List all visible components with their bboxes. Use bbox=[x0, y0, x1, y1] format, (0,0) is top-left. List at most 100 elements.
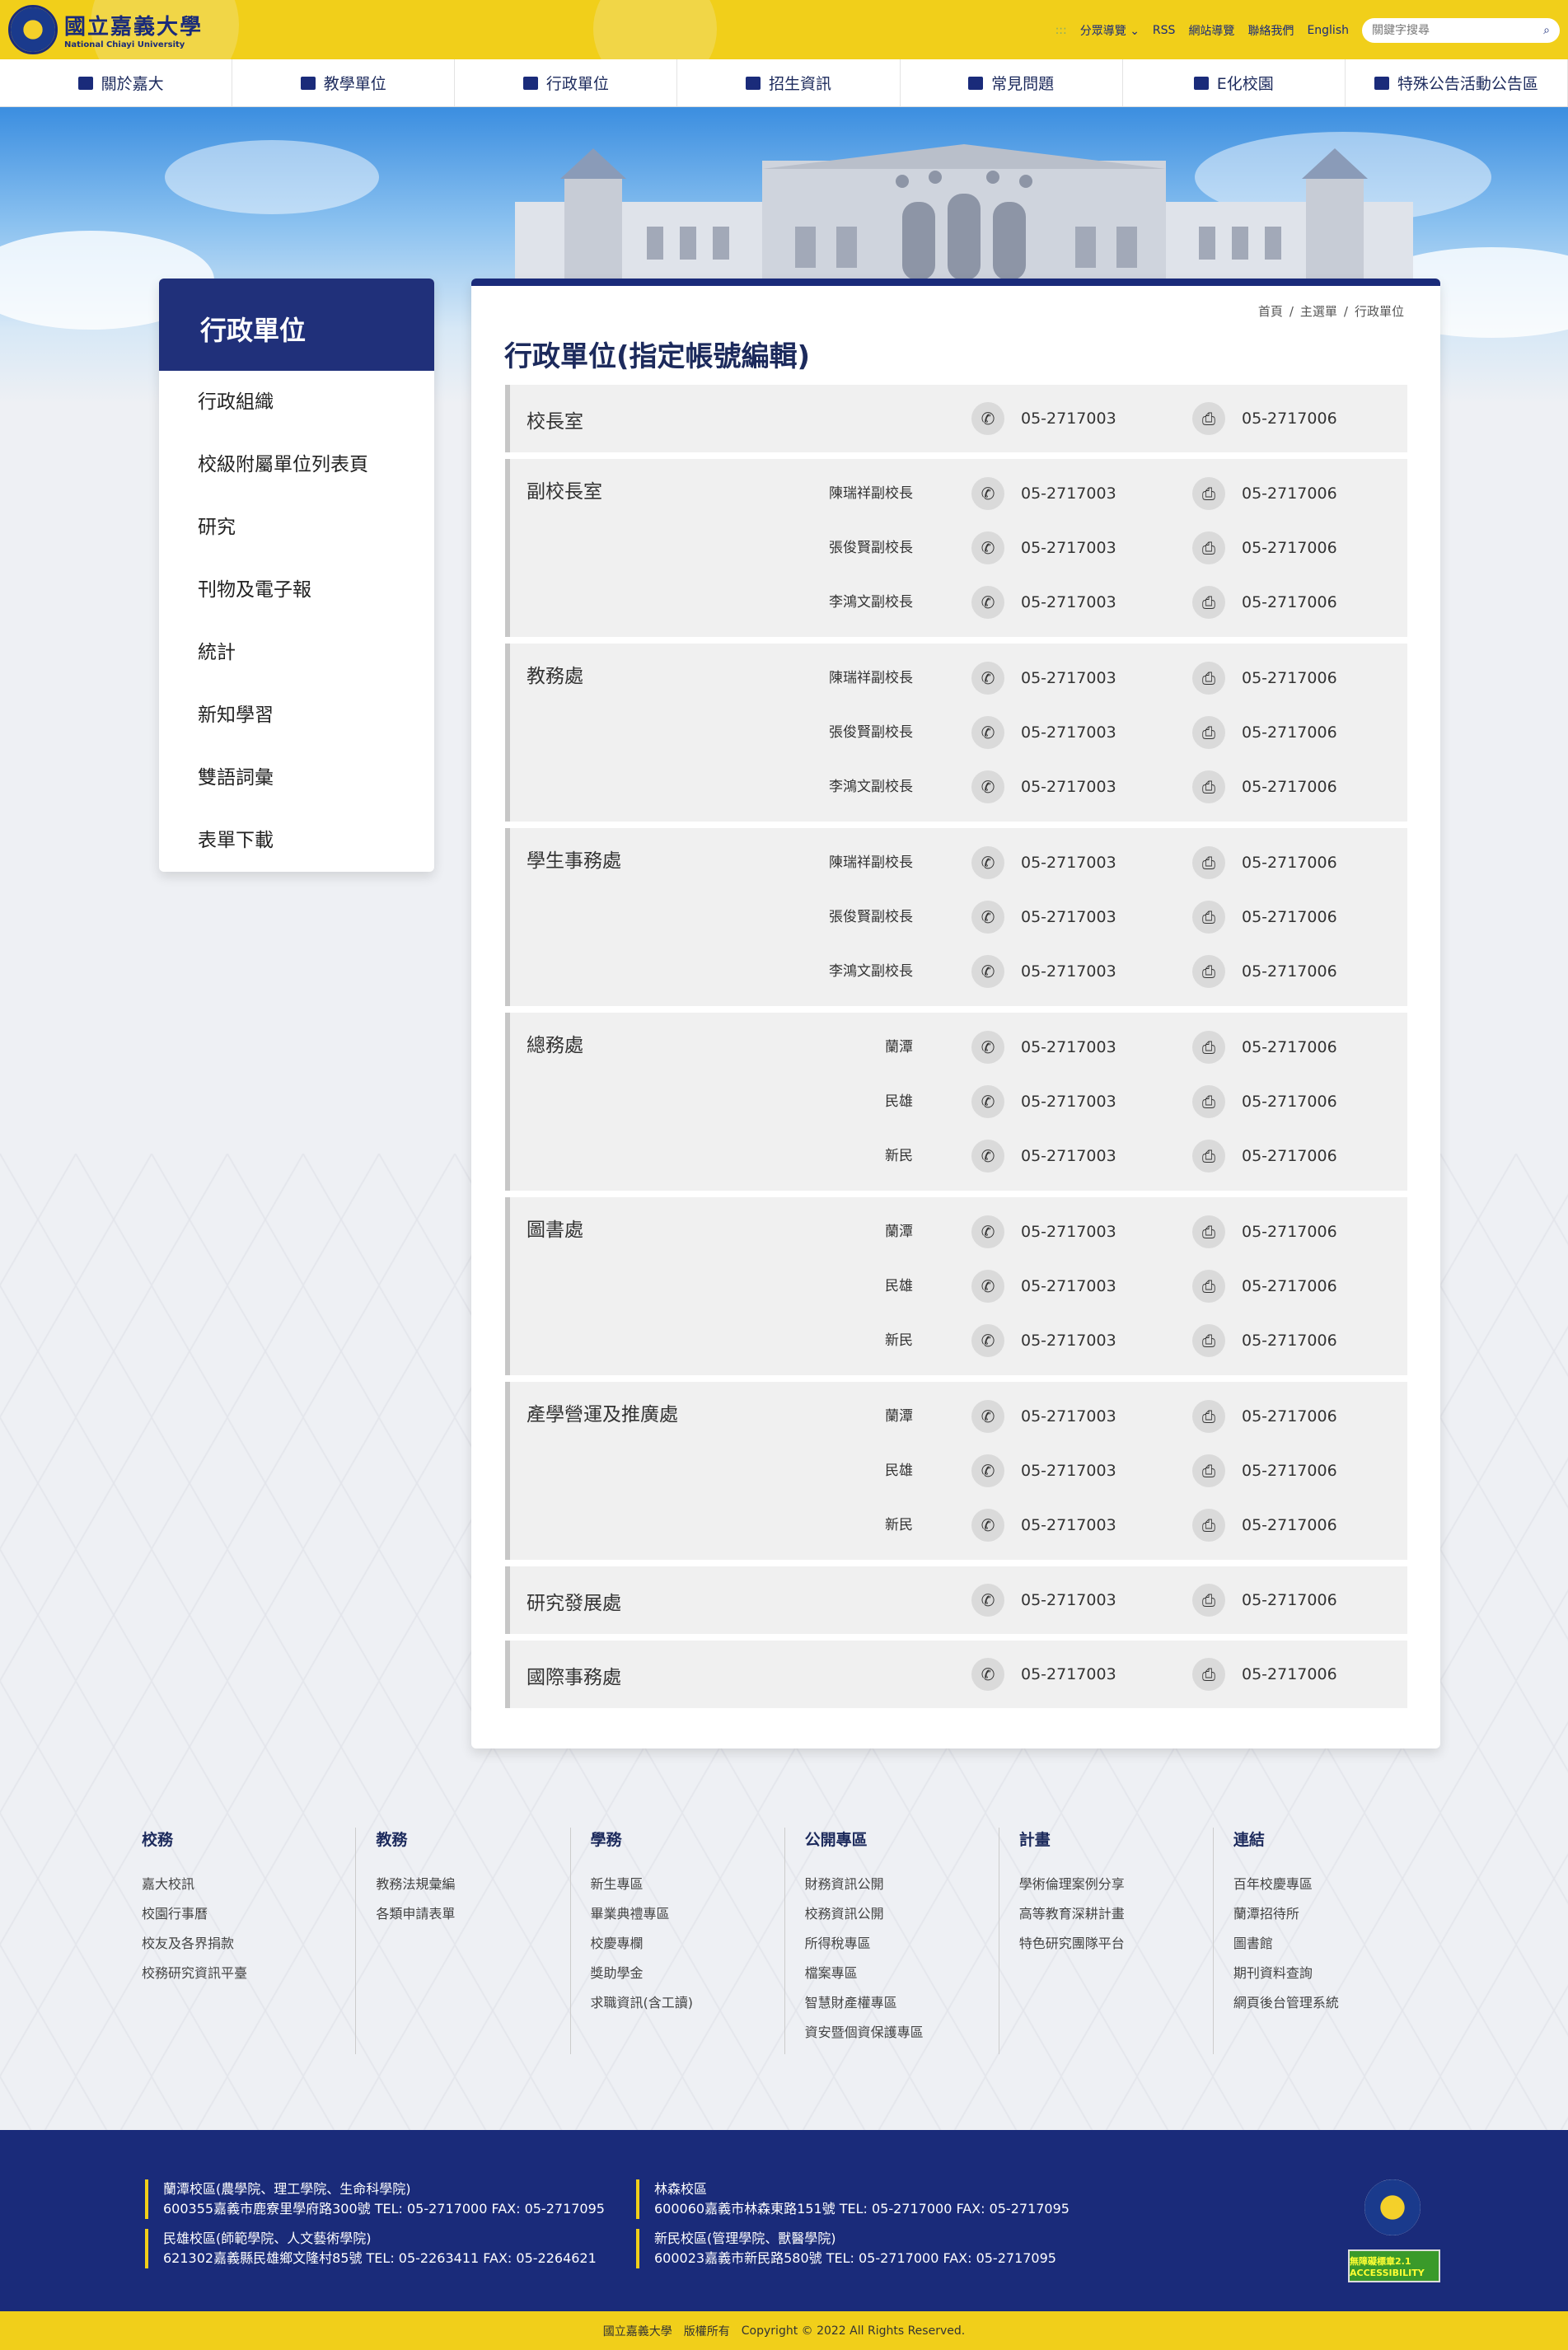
contact-link[interactable]: 聯絡我們 bbox=[1247, 22, 1294, 39]
footer-link[interactable]: 高等教育深耕計畫 bbox=[1019, 1903, 1213, 1932]
footer-link[interactable]: 百年校慶專區 bbox=[1233, 1873, 1427, 1903]
phone-number[interactable]: 05-2717003 bbox=[1021, 466, 1116, 521]
phone-number[interactable]: 05-2717003 bbox=[1021, 651, 1116, 705]
sidebar-item-glossary[interactable]: 雙語詞彙 bbox=[159, 747, 434, 809]
sidebar-item-forms[interactable]: 表單下載 bbox=[159, 809, 434, 872]
contact-label: 陳瑞祥副校長 bbox=[829, 670, 913, 686]
nav-ecampus[interactable]: E化校園 bbox=[1123, 59, 1346, 106]
nav-teaching[interactable]: 教學單位 bbox=[232, 59, 456, 106]
sidebar-item-learning[interactable]: 新知學習 bbox=[159, 684, 434, 747]
phone-number[interactable]: 05-2717003 bbox=[1021, 1074, 1116, 1129]
sidebar-item-publications[interactable]: 刊物及電子報 bbox=[159, 559, 434, 621]
graduation-cap-icon bbox=[300, 76, 316, 90]
fax-icon: ⎙ bbox=[1192, 1509, 1225, 1542]
footer-link[interactable]: 所得稅專區 bbox=[805, 1932, 999, 1962]
fax-number: 05-2717006 bbox=[1242, 669, 1337, 687]
contact-label: 張俊賢副校長 bbox=[829, 724, 913, 741]
sitemap-link[interactable]: 網站導覽 bbox=[1188, 22, 1234, 39]
contact-row: 民雄 ✆ 05-2717003 ⎙ 05-2717006 bbox=[510, 1074, 1412, 1129]
phone-number[interactable]: 05-2717003 bbox=[1021, 705, 1116, 760]
footer-link[interactable]: 獎助學金 bbox=[591, 1962, 784, 1992]
footer-link[interactable]: 教務法規彙編 bbox=[376, 1873, 569, 1903]
nav-about[interactable]: 關於嘉大 bbox=[10, 59, 233, 106]
site-logo[interactable]: 國立嘉義大學 National Chiayi University bbox=[8, 5, 203, 54]
nav-admin[interactable]: 行政單位 bbox=[455, 59, 678, 106]
footer-link[interactable]: 資安暨個資保護專區 bbox=[805, 2021, 999, 2051]
sidebar-item-organization[interactable]: 行政組織 bbox=[159, 371, 434, 433]
phone-number[interactable]: 05-2717003 bbox=[1021, 1647, 1116, 1702]
nav-admissions[interactable]: 招生資訊 bbox=[677, 59, 901, 106]
phone-icon: ✆ bbox=[971, 1400, 1004, 1433]
footer-link[interactable]: 校務研究資訊平臺 bbox=[142, 1962, 355, 1992]
contact-row: 民雄 ✆ 05-2717003 ⎙ 05-2717006 bbox=[510, 1259, 1412, 1313]
footer-link[interactable]: 特色研究團隊平台 bbox=[1019, 1932, 1213, 1962]
phone-number[interactable]: 05-2717003 bbox=[1021, 521, 1116, 575]
sidebar-item-research[interactable]: 研究 bbox=[159, 496, 434, 559]
phone-number[interactable]: 05-2717003 bbox=[1021, 1444, 1116, 1498]
phone-number[interactable]: 05-2717003 bbox=[1021, 391, 1116, 446]
footer-link[interactable]: 蘭潭招待所 bbox=[1233, 1903, 1427, 1932]
phone-number[interactable]: 05-2717003 bbox=[1021, 760, 1116, 814]
sidebar-item-affiliated-units[interactable]: 校級附屬單位列表頁 bbox=[159, 433, 434, 496]
footer-link[interactable]: 校友及各界捐款 bbox=[142, 1932, 355, 1962]
phone-icon: ✆ bbox=[971, 1509, 1004, 1542]
sidebar-item-statistics[interactable]: 統計 bbox=[159, 621, 434, 684]
main-nav: 關於嘉大 教學單位 行政單位 招生資訊 常見問題 E化校園 特殊公告活動公告區 bbox=[0, 59, 1568, 107]
phone-number[interactable]: 05-2717003 bbox=[1021, 1389, 1116, 1444]
footer-link[interactable]: 新生專區 bbox=[591, 1873, 784, 1903]
footer-contact: 蘭潭校區(農學院、理工學院、生命科學院) 600355嘉義市鹿寮里學府路300號 … bbox=[0, 2130, 1568, 2311]
nav-announcements[interactable]: 特殊公告活動公告區 bbox=[1346, 59, 1568, 106]
footer-link[interactable]: 校務資訊公開 bbox=[805, 1903, 999, 1932]
footer-link[interactable]: 校園行事曆 bbox=[142, 1903, 355, 1932]
footer-link[interactable]: 檔案專區 bbox=[805, 1962, 999, 1992]
phone-icon: ✆ bbox=[971, 586, 1004, 619]
fax-icon: ⎙ bbox=[1192, 1584, 1225, 1617]
phone-number[interactable]: 05-2717003 bbox=[1021, 1020, 1116, 1074]
rss-link[interactable]: RSS bbox=[1153, 24, 1176, 37]
phone-number[interactable]: 05-2717003 bbox=[1021, 575, 1116, 630]
search-input[interactable] bbox=[1372, 24, 1520, 37]
footer-emblem-icon bbox=[1364, 2179, 1421, 2235]
accesskey-link[interactable]: ::: bbox=[1055, 24, 1067, 37]
nav-faq[interactable]: 常見問題 bbox=[901, 59, 1123, 106]
phone-icon: ✆ bbox=[971, 1658, 1004, 1691]
breadcrumb-menu[interactable]: 主選單 bbox=[1300, 304, 1337, 319]
chevron-down-icon: ⌄ bbox=[1130, 25, 1140, 38]
footer-link[interactable]: 財務資訊公開 bbox=[805, 1873, 999, 1903]
phone-number[interactable]: 05-2717003 bbox=[1021, 836, 1116, 890]
logo-emblem-icon bbox=[8, 5, 58, 54]
footer-column-title: 學務 bbox=[590, 1831, 622, 1849]
footer-link[interactable]: 畢業典禮專區 bbox=[591, 1903, 784, 1932]
contact-label: 蘭潭 bbox=[885, 1408, 913, 1425]
phone-number[interactable]: 05-2717003 bbox=[1021, 944, 1116, 999]
contact-label: 李鴻文副校長 bbox=[829, 779, 913, 795]
footer-link[interactable]: 期刊資料查詢 bbox=[1233, 1962, 1427, 1992]
phone-icon: ✆ bbox=[971, 1140, 1004, 1173]
unit-block: 教務處 陳瑞祥副校長 ✆ 05-2717003 ⎙ 05-2717006 張俊賢副校長 ✆ 05… bbox=[505, 644, 1407, 822]
phone-number[interactable]: 05-2717003 bbox=[1021, 1573, 1116, 1627]
footer-link[interactable]: 校慶專欄 bbox=[591, 1932, 784, 1962]
phone-icon: ✆ bbox=[971, 770, 1004, 803]
fax-icon: ⎙ bbox=[1192, 477, 1225, 510]
footer-link[interactable]: 學術倫理案例分享 bbox=[1019, 1873, 1213, 1903]
footer-link[interactable]: 求職資訊(含工讀) bbox=[591, 1992, 784, 2021]
phone-icon: ✆ bbox=[971, 1324, 1004, 1357]
footer-link[interactable]: 智慧財產權專區 bbox=[805, 1992, 999, 2021]
phone-number[interactable]: 05-2717003 bbox=[1021, 1205, 1116, 1259]
audience-menu[interactable]: 分眾導覽 ⌄ bbox=[1080, 22, 1140, 39]
contact-row: 李鴻文副校長 ✆ 05-2717003 ⎙ 05-2717006 bbox=[510, 575, 1412, 630]
accessibility-badge[interactable]: 無障礙標章2.1 ACCESSIBILITY bbox=[1348, 2249, 1440, 2282]
search-icon[interactable]: ⌕ bbox=[1543, 24, 1550, 37]
english-link[interactable]: English bbox=[1307, 24, 1349, 37]
phone-number[interactable]: 05-2717003 bbox=[1021, 1313, 1116, 1368]
footer-link[interactable]: 各類申請表單 bbox=[376, 1903, 569, 1932]
phone-number[interactable]: 05-2717003 bbox=[1021, 1129, 1116, 1183]
phone-number[interactable]: 05-2717003 bbox=[1021, 1498, 1116, 1552]
breadcrumb-home[interactable]: 首頁 bbox=[1258, 304, 1283, 319]
footer-link[interactable]: 圖書館 bbox=[1233, 1932, 1427, 1962]
fax-number: 05-2717006 bbox=[1242, 1277, 1337, 1295]
footer-link[interactable]: 網頁後台管理系統 bbox=[1233, 1992, 1427, 2021]
phone-number[interactable]: 05-2717003 bbox=[1021, 890, 1116, 944]
phone-number[interactable]: 05-2717003 bbox=[1021, 1259, 1116, 1313]
footer-link[interactable]: 嘉大校訊 bbox=[142, 1873, 355, 1903]
